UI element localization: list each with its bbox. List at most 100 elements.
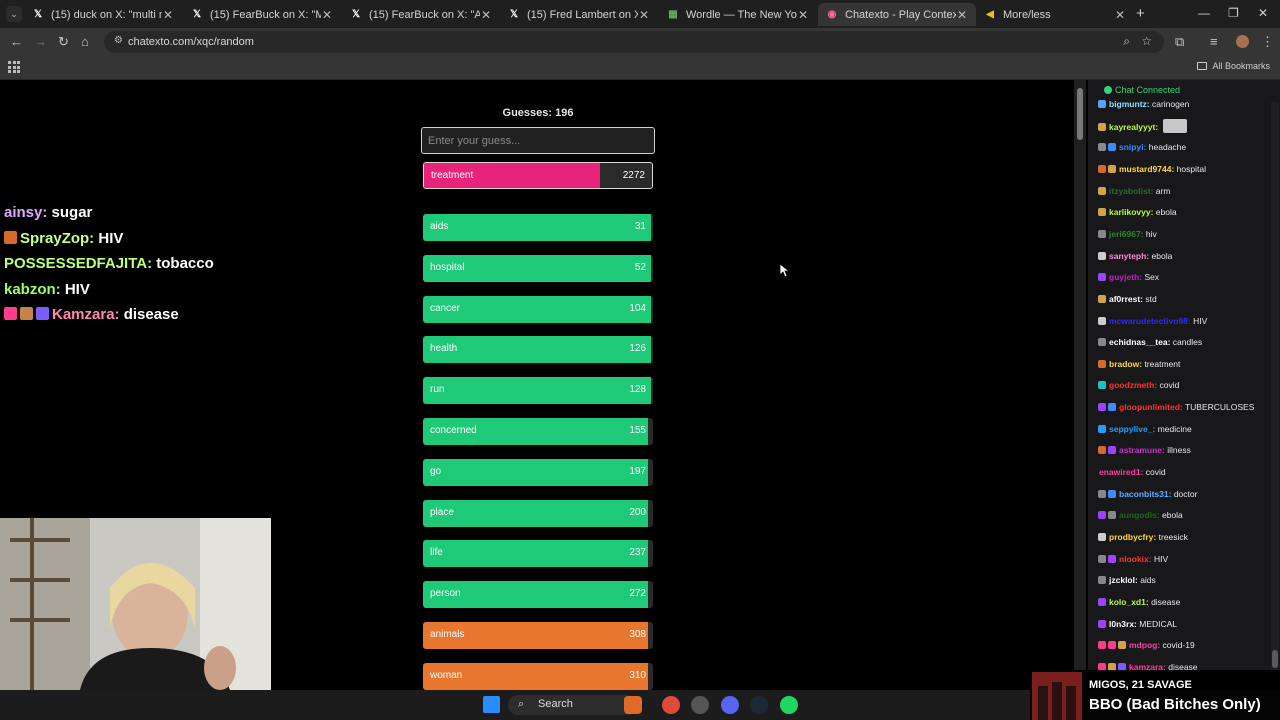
chat-username[interactable]: goodzmeth:	[1109, 380, 1157, 390]
chat-message: kolo_xd1: disease	[1098, 595, 1180, 609]
chrome-icon[interactable]	[662, 696, 680, 714]
guess-row: go 197	[423, 458, 653, 486]
chat-scrollbar-thumb[interactable]	[1272, 650, 1278, 668]
mouse-cursor-icon	[780, 264, 790, 278]
chat-username[interactable]: snipyi:	[1119, 142, 1146, 152]
chat-badge-icon	[1098, 576, 1106, 585]
media-icon[interactable]: ≡	[1210, 34, 1218, 50]
chat-username[interactable]: guyjeth:	[1109, 272, 1142, 282]
all-bookmarks-button[interactable]: All Bookmarks	[1197, 61, 1270, 71]
site-info-icon[interactable]: ⚙	[114, 35, 123, 46]
guess-word: run	[430, 384, 445, 396]
chat-username[interactable]: aungodis:	[1119, 510, 1160, 520]
reload-icon[interactable]: ↻	[58, 34, 69, 50]
chat-username[interactable]: kayrealyyyt:	[1109, 122, 1158, 132]
chat-username[interactable]: mustard9744:	[1119, 164, 1174, 174]
address-bar[interactable]: ⚙ chatexto.com/xqc/random ⌕ ☆	[104, 31, 1164, 53]
chat-username[interactable]: mdpog:	[1129, 640, 1160, 650]
close-tab-icon[interactable]: ✕	[480, 8, 492, 22]
url-text[interactable]: chatexto.com/xqc/random	[128, 36, 254, 48]
page-scrollbar-thumb[interactable]	[1077, 88, 1083, 140]
browser-tab[interactable]: ▦ Wordle — The New York Times✕	[659, 3, 817, 26]
chat-message: bradow: treatment	[1098, 357, 1180, 371]
chat-username[interactable]: baconbits31:	[1119, 489, 1171, 499]
chat-username[interactable]: mcwarudetectivo98:	[1109, 316, 1191, 326]
chat-badge-icon	[1098, 273, 1106, 282]
close-tab-icon[interactable]: ✕	[321, 8, 333, 22]
chat-username[interactable]: sanyteph:	[1109, 251, 1149, 261]
chat-badge-icon	[1108, 641, 1116, 650]
browser-tab[interactable]: 𝕏 (15) FearBuck on X: "A social m✕	[342, 3, 500, 26]
chat-username[interactable]: jzcklol:	[1109, 575, 1138, 585]
webcam-feed	[0, 518, 271, 690]
chat-username[interactable]: prodbycfry:	[1109, 532, 1156, 542]
chat-message: l0n3rx: MEDICAL	[1098, 617, 1177, 631]
maximize-button[interactable]: ❐	[1228, 6, 1239, 20]
browser-tab[interactable]: ◉ Chatexto - Play Contexto with T✕	[818, 3, 976, 26]
chat-scrollbar[interactable]	[1271, 102, 1279, 672]
close-window-button[interactable]: ✕	[1258, 6, 1268, 20]
page-scrollbar[interactable]	[1074, 80, 1086, 690]
zoom-icon[interactable]: ⌕	[1123, 34, 1130, 49]
chat-username[interactable]: echidnas__tea:	[1109, 337, 1170, 347]
forward-icon[interactable]: →	[34, 34, 47, 50]
chat-badge-icon	[1108, 446, 1116, 455]
home-icon[interactable]: ⌂	[81, 34, 89, 50]
obs-icon[interactable]	[691, 696, 709, 714]
chat-message: enawired1: covid	[1098, 465, 1166, 479]
close-tab-icon[interactable]: ✕	[162, 8, 174, 22]
chat-username[interactable]: af0rrest:	[1109, 294, 1143, 304]
browser-tab[interactable]: 𝕏 (15) duck on X: "multi millionaire✕	[24, 3, 182, 26]
tab-search-button[interactable]: ⌄	[6, 6, 22, 22]
new-tab-button[interactable]: +	[1136, 5, 1145, 22]
apps-grid-icon[interactable]	[8, 61, 20, 73]
bookmark-star-icon[interactable]: ☆	[1141, 34, 1152, 48]
overlay-chat-line: Kamzara: disease	[4, 306, 304, 332]
close-tab-icon[interactable]: ✕	[1114, 8, 1126, 22]
chat-username[interactable]: astramune:	[1119, 445, 1165, 455]
taskbar-search[interactable]: ⌕ Search	[508, 695, 638, 715]
chat-username[interactable]: bradow:	[1109, 359, 1142, 369]
chat-message: astramune: illness	[1098, 443, 1191, 457]
chat-username[interactable]: kolo_xd1:	[1109, 597, 1149, 607]
chat-username[interactable]: bigmuntz:	[1109, 99, 1150, 109]
chat-username[interactable]: nlookix:	[1119, 554, 1152, 564]
album-art	[1032, 672, 1082, 720]
browser-tab[interactable]: 𝕏 (15) FearBuck on X: "MrBeast co✕	[183, 3, 341, 26]
guess-row: person 272	[423, 581, 653, 609]
guesses-count: Guesses: 196	[502, 107, 574, 119]
steam-icon[interactable]	[750, 696, 768, 714]
profile-avatar[interactable]	[1236, 35, 1249, 48]
chat-username[interactable]: karlikovyy:	[1109, 207, 1153, 217]
chat-username[interactable]: l0n3rx:	[1109, 619, 1137, 629]
chat-message: baconbits31: doctor	[1098, 487, 1197, 501]
taskbar-app-icon[interactable]	[624, 696, 642, 714]
chat-message: prodbycfry: treesick	[1098, 530, 1188, 544]
discord-icon[interactable]	[721, 696, 739, 714]
chat-badge-icon	[1098, 100, 1106, 108]
chat-message: mdpog: covid-19	[1098, 638, 1195, 652]
browser-tab[interactable]: 𝕏 (15) Fred Lambert on X: "Elon M✕	[500, 3, 658, 26]
guess-row: health 126	[423, 336, 653, 364]
extensions-icon[interactable]: ⧉	[1175, 34, 1184, 50]
guess-input[interactable]	[421, 127, 655, 154]
back-icon[interactable]: ←	[10, 34, 23, 50]
chat-badge-icon	[1098, 208, 1106, 217]
chat-username[interactable]: gloopunlimited:	[1119, 402, 1183, 412]
tab-title: More/less	[1003, 8, 1051, 21]
chat-username[interactable]: itzyabolist:	[1109, 186, 1153, 196]
menu-icon[interactable]: ⋮	[1261, 34, 1274, 50]
close-tab-icon[interactable]: ✕	[638, 8, 650, 22]
minimize-button[interactable]: —	[1198, 6, 1210, 20]
chat-message-text: headache	[1148, 142, 1187, 153]
browser-tab[interactable]: ◀ More/less ✕	[976, 3, 1134, 26]
spotify-icon[interactable]	[780, 696, 798, 714]
chat-username[interactable]: jeri6967:	[1109, 229, 1144, 239]
windows-start-icon[interactable]	[483, 696, 500, 713]
close-tab-icon[interactable]: ✕	[797, 8, 809, 22]
chat-badge-icon	[1108, 511, 1116, 520]
chat-username[interactable]: seppylive_:	[1109, 424, 1155, 434]
chat-username[interactable]: enawired1:	[1099, 467, 1143, 477]
guess-word: go	[430, 465, 442, 477]
close-tab-icon[interactable]: ✕	[956, 8, 968, 22]
